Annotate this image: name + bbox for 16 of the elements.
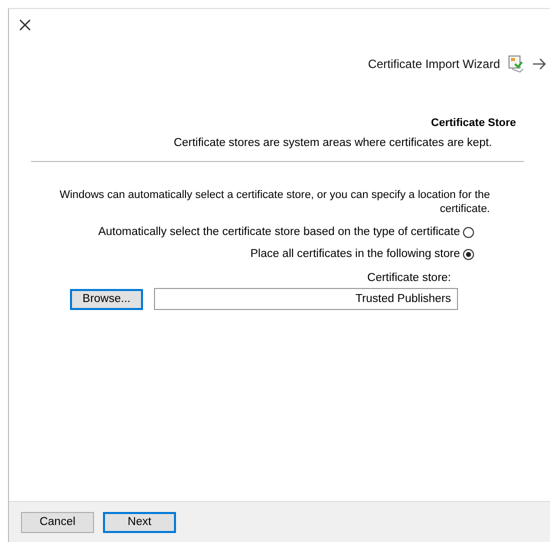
certificate-icon <box>508 55 524 73</box>
close-icon[interactable] <box>19 19 31 31</box>
radio-button[interactable] <box>463 248 474 260</box>
section-description: Certificate stores are system areas where certificates are kept. <box>172 137 493 149</box>
field-label: Certificate store: <box>367 272 451 284</box>
radio-label[interactable]: Automatically select the certificate store based on the type of certificate <box>98 226 460 238</box>
intro-text: Windows can automatically select a certificate store, or you can specify a location for the certificate. <box>58 188 490 216</box>
wizard-button[interactable]: Cancel <box>21 512 94 532</box>
browse-button[interactable]: Browse... <box>70 288 143 310</box>
section-heading: Certificate Store <box>430 117 517 129</box>
radio-button[interactable] <box>463 226 474 238</box>
certificate-store-field[interactable]: Trusted Publishers <box>154 288 458 310</box>
back-arrow-icon[interactable] <box>532 58 546 70</box>
window-title: Certificate Import Wizard <box>368 57 500 71</box>
wizard-button[interactable]: Next <box>103 512 176 532</box>
radio-label[interactable]: Place all certificates in the following store <box>250 248 460 260</box>
